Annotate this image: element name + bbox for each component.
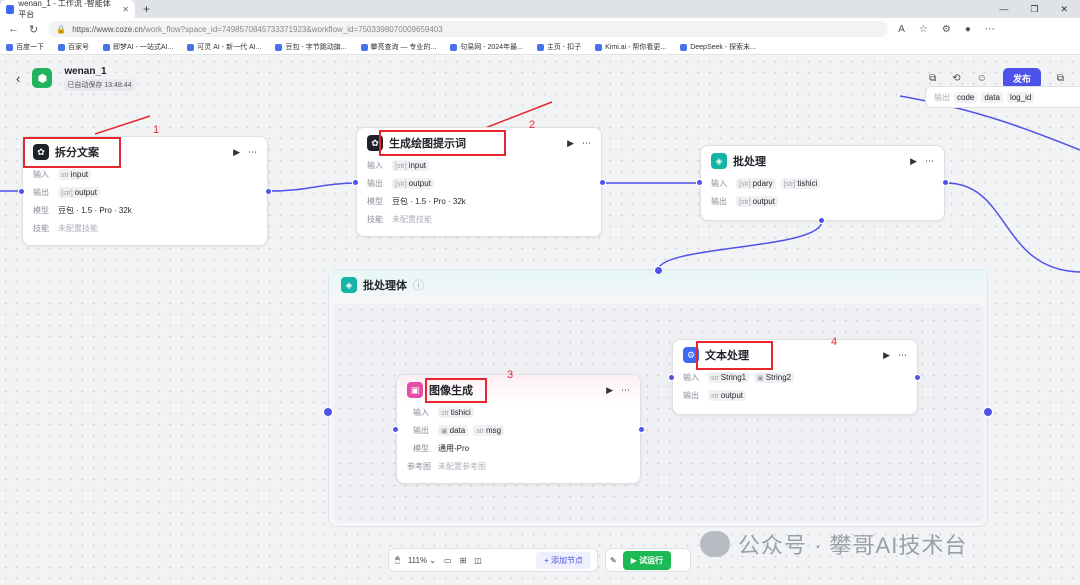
comment-icon[interactable]: ▭ [444, 556, 452, 565]
annotation-box-3 [425, 378, 487, 403]
input-port[interactable] [668, 374, 675, 381]
canvas-toolbar: 🖱 111% ⌄ ▭ ⊞ ◫ + 添加节点 [388, 548, 598, 572]
annotation-number: 2 [529, 119, 536, 131]
run-node-icon[interactable]: ▶ [910, 156, 917, 167]
app-header: ‹ ⬢ wenan_1 已自动保存 13:48:44 [0, 56, 1080, 100]
node-more-icon[interactable]: ⋯ [248, 147, 257, 158]
annotation-number: 4 [831, 336, 838, 348]
wechat-icon [700, 531, 730, 557]
more-options-icon[interactable]: ⧉ [1057, 73, 1064, 84]
back-arrow-icon[interactable]: ‹ [16, 71, 20, 86]
group-top-port[interactable] [654, 266, 663, 275]
group-title: 批处理体 [363, 280, 407, 292]
node-title: 批处理 [733, 156, 766, 168]
run-node-icon[interactable]: ▶ [883, 350, 890, 361]
input-port[interactable] [696, 179, 703, 186]
node-more-icon[interactable]: ⋯ [898, 350, 907, 361]
run-toolbar: ✎ ▶ 试运行 [605, 548, 691, 572]
workflow-name[interactable]: wenan_1 [64, 66, 134, 77]
history-icon[interactable]: ⟲ [952, 73, 960, 84]
group-output-port[interactable] [983, 407, 993, 417]
annotation-box-2 [379, 130, 506, 156]
output-port[interactable] [914, 374, 921, 381]
run-node-icon[interactable]: ▶ [233, 147, 240, 158]
output-port[interactable] [942, 179, 949, 186]
annotation-box-1 [23, 137, 121, 168]
run-node-icon[interactable]: ▶ [567, 138, 574, 149]
info-icon[interactable]: ⓘ [413, 277, 424, 293]
image-icon: ▣ [407, 382, 423, 398]
node-batch[interactable]: ◈ 批处理 ▶ ⋯ 输入 [str] pdary [str] tishici 输出 [str… [700, 145, 945, 221]
edge-batch-out [945, 182, 1080, 273]
node-more-icon[interactable]: ⋯ [621, 385, 630, 396]
group-input-port[interactable] [323, 407, 333, 417]
input-port[interactable] [392, 426, 399, 433]
debug-icon[interactable]: ✎ [610, 556, 617, 565]
edge-split-prompt [268, 182, 361, 192]
edge-batch-group [657, 220, 823, 271]
add-node-button[interactable]: + 添加节点 [536, 551, 591, 569]
copy-icon[interactable]: ⧉ [929, 73, 936, 84]
run-node-icon[interactable]: ▶ [606, 385, 613, 396]
watermark: 公众号 · 攀哥AI技术台 [700, 528, 967, 560]
batch-icon: ◈ [341, 277, 357, 293]
output-port[interactable] [599, 179, 606, 186]
annotation-arrow-2 [479, 101, 553, 131]
node-more-icon[interactable]: ⋯ [582, 138, 591, 149]
workflow-logo-icon: ⬢ [32, 68, 53, 88]
batch-icon: ◈ [711, 153, 727, 169]
annotation-number: 1 [153, 124, 160, 136]
output-port[interactable] [265, 188, 272, 195]
node-more-icon[interactable]: ⋯ [925, 156, 934, 167]
layout-icon[interactable]: ⊞ [460, 556, 467, 565]
end-node-card[interactable]: 输出 code data log_id [925, 86, 1080, 108]
zoom-select[interactable]: 111% ⌄ [408, 556, 436, 565]
input-port[interactable] [352, 179, 359, 186]
test-run-button[interactable]: ▶ 试运行 [622, 550, 672, 570]
model-name: 豆包 · 1.5 · Pro · 32k [58, 205, 132, 215]
model-name: 通用-Pro [438, 443, 470, 453]
annotation-arrow-1 [94, 115, 151, 135]
batch-body-port[interactable] [818, 217, 825, 224]
output-port[interactable] [638, 426, 645, 433]
pointer-mode-icon[interactable]: 🖱 [395, 555, 400, 565]
model-name: 豆包 · 1.5 · Pro · 32k [392, 196, 466, 206]
collaborators-icon[interactable]: ☺ [977, 73, 987, 84]
autosave-status: 已自动保存 13:48:44 [64, 78, 135, 91]
annotation-number: 3 [507, 369, 514, 381]
annotation-box-4 [696, 341, 773, 370]
input-port[interactable] [18, 188, 25, 195]
minimap-icon[interactable]: ◫ [474, 556, 482, 565]
